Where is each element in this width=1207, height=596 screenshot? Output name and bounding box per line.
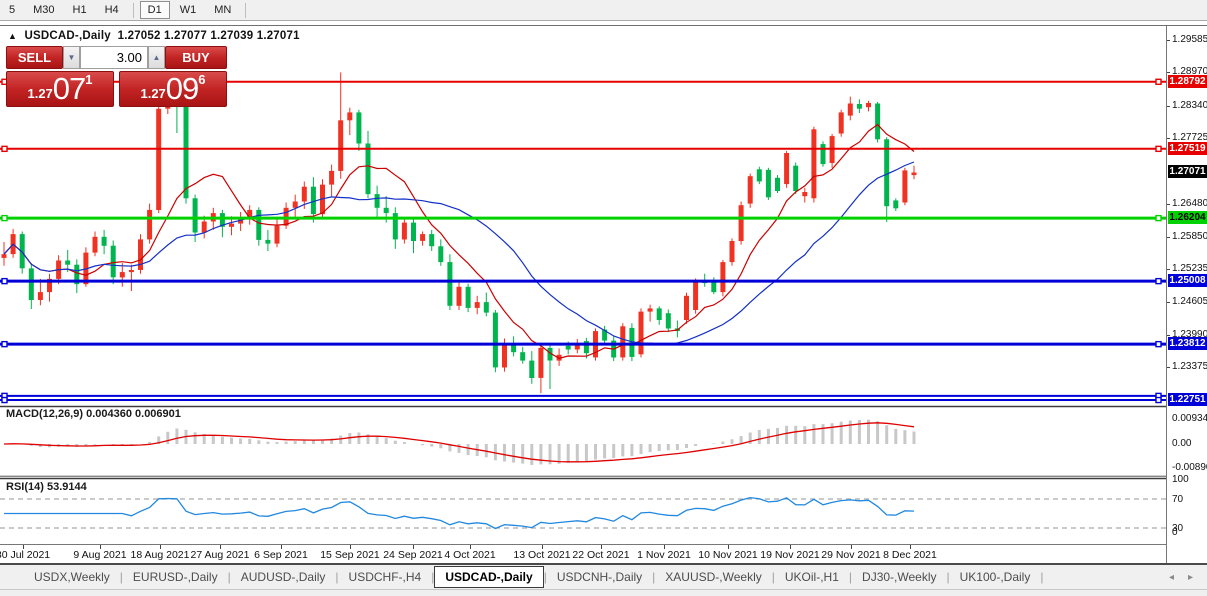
sell-price-big: 07 [52, 71, 86, 106]
price-axis-tick [1167, 237, 1170, 238]
volume-increase-button[interactable]: ▲ [148, 46, 165, 69]
ohlc-values: 1.27052 1.27077 1.27039 1.27071 [117, 30, 300, 42]
date-axis-label: 30 Jul 2021 [0, 549, 51, 561]
bottom-scroll-strip[interactable] [0, 589, 1207, 596]
timeframe-button-h1[interactable]: H1 [65, 1, 95, 19]
price-tag-level[interactable]: 1.26204 [1168, 211, 1207, 224]
tab-scroll-arrows: ◂ ▸ [1169, 572, 1193, 583]
rsi-axis-label: 70 [1172, 494, 1184, 505]
symbol-arrow-icon: ▲ [8, 31, 18, 41]
date-axis-label: 15 Sep 2021 [320, 549, 380, 561]
tabs-scroll-left-icon[interactable]: ◂ [1169, 572, 1174, 583]
timeframe-button-w1[interactable]: W1 [172, 1, 205, 19]
date-axis-label: 1 Nov 2021 [637, 549, 691, 561]
toolbar-separator [245, 2, 247, 18]
timeframe-toolbar: 5 M30 H1 H4 D1 W1 MN [0, 0, 1207, 21]
tab-uk100-daily[interactable]: UK100-,Daily [950, 567, 1041, 587]
timeframe-button-h4[interactable]: H4 [97, 1, 127, 19]
date-axis-label: 8 Dec 2021 [883, 549, 937, 561]
price-axis-tick-label: 1.26480 [1172, 198, 1207, 209]
price-axis-tick [1167, 302, 1170, 303]
rsi-axis-label: 0 [1172, 527, 1178, 538]
tab-ukoil-h1[interactable]: UKOil-,H1 [775, 567, 849, 587]
macd-axis-label: 0.009345 [1172, 413, 1207, 424]
buy-price-prefix: 1.27 [140, 86, 166, 101]
tab-usdx-weekly[interactable]: USDX,Weekly [24, 567, 120, 587]
chevron-up-icon: ▲ [152, 53, 161, 62]
buy-button[interactable]: BUY [165, 46, 227, 69]
buy-price-big: 09 [165, 71, 199, 106]
tab-usdchf-h4[interactable]: USDCHF-,H4 [339, 567, 432, 587]
macd-axis-label: 0.00 [1172, 438, 1192, 449]
volume-decrease-button[interactable]: ▼ [63, 46, 80, 69]
rsi-label: RSI(14) 53.9144 [6, 481, 87, 493]
macd-axis-label: -0.008902 [1172, 462, 1207, 473]
buy-price-button[interactable]: 1.27 09 6 [119, 71, 227, 107]
price-axis-tick-label: 1.29585 [1172, 34, 1207, 45]
sell-button[interactable]: SELL [6, 46, 63, 69]
symbol-label: USDCAD-,Daily [24, 30, 111, 42]
price-axis-tick [1167, 269, 1170, 270]
price-tag-level[interactable]: 1.28792 [1168, 75, 1207, 88]
date-axis-label: 24 Sep 2021 [383, 549, 443, 561]
sell-price-prefix: 1.27 [27, 86, 53, 101]
price-axis-tick [1167, 367, 1170, 368]
date-axis-label: 4 Oct 2021 [444, 549, 496, 561]
timeframe-button-mn[interactable]: MN [206, 1, 239, 19]
price-axis-tick [1167, 106, 1170, 107]
chart-window: ▲ USDCAD-,Daily 1.27052 1.27077 1.27039 … [0, 25, 1207, 564]
price-axis-tick [1167, 40, 1170, 41]
tab-eurusd-daily[interactable]: EURUSD-,Daily [123, 567, 228, 587]
macd-label: MACD(12,26,9) 0.004360 0.006901 [6, 408, 181, 420]
toolbar-separator [132, 2, 134, 18]
date-axis-label: 10 Nov 2021 [698, 549, 758, 561]
price-axis-tick-label: 1.23375 [1172, 361, 1207, 372]
date-axis-label: 6 Sep 2021 [254, 549, 308, 561]
price-axis[interactable]: 1.29585 1.28970 1.28340 1.27725 1.26480 1.258… [1166, 26, 1207, 564]
price-tag-level[interactable]: 1.25008 [1168, 274, 1207, 287]
tab-dj30-weekly[interactable]: DJ30-,Weekly [852, 567, 946, 587]
sell-price-pip: 1 [85, 72, 93, 87]
tabs-scroll-right-icon[interactable]: ▸ [1188, 572, 1193, 583]
price-tag-level[interactable]: 1.22751 [1168, 393, 1207, 406]
ohlc-info-line: ▲ USDCAD-,Daily 1.27052 1.27077 1.27039 … [8, 30, 300, 42]
symbol-tab-bar: USDX,Weekly | EURUSD-,Daily | AUDUSD-,Daily |… [0, 563, 1207, 589]
sell-price-button[interactable]: 1.27 07 1 [6, 71, 114, 107]
date-axis[interactable]: 30 Jul 2021 9 Aug 2021 18 Aug 2021 27 Aug 2… [0, 544, 1166, 564]
date-axis-label: 19 Nov 2021 [760, 549, 820, 561]
one-click-trade-widget: SELL ▼ 3.00 ▲ BUY 1.27 07 1 1.27 09 6 [6, 46, 227, 107]
tab-usdcad-daily[interactable]: USDCAD-,Daily [434, 566, 544, 588]
buy-price-pip: 6 [198, 72, 206, 87]
date-axis-label: 18 Aug 2021 [130, 549, 190, 561]
tab-xauusd-weekly[interactable]: XAUUSD-,Weekly [655, 567, 771, 587]
date-axis-label: 29 Nov 2021 [821, 549, 881, 561]
tab-separator: | [1040, 570, 1044, 584]
price-axis-tick [1167, 204, 1170, 205]
date-axis-label: 27 Aug 2021 [190, 549, 250, 561]
price-tag-level[interactable]: 1.23812 [1168, 337, 1207, 350]
price-axis-tick-label: 1.28340 [1172, 100, 1207, 111]
price-axis-tick [1167, 72, 1170, 73]
timeframe-button-d1[interactable]: D1 [139, 1, 170, 19]
date-axis-label: 22 Oct 2021 [572, 549, 630, 561]
tab-usdcnh-daily[interactable]: USDCNH-,Daily [547, 567, 652, 587]
price-tag-level[interactable]: 1.27519 [1168, 142, 1207, 155]
price-axis-tick-label: 1.25235 [1172, 263, 1207, 274]
date-axis-label: 9 Aug 2021 [73, 549, 127, 561]
date-axis-label: 13 Oct 2021 [513, 549, 571, 561]
chevron-down-icon: ▼ [67, 53, 76, 62]
timeframe-button-5[interactable]: 5 [1, 1, 23, 19]
price-axis-tick-label: 1.25850 [1172, 231, 1207, 242]
price-axis-tick-label: 1.24605 [1172, 296, 1207, 307]
current-price-tag: 1.27071 [1168, 165, 1207, 178]
trading-platform-window: 5 M30 H1 H4 D1 W1 MN ▲ USDCAD-,Daily 1.27052 1… [0, 0, 1207, 596]
tab-audusd-daily[interactable]: AUDUSD-,Daily [231, 567, 336, 587]
timeframe-button-m30[interactable]: M30 [25, 1, 62, 19]
price-axis-tick [1167, 335, 1170, 336]
volume-input[interactable]: 3.00 [80, 46, 148, 69]
price-axis-tick [1167, 138, 1170, 139]
rsi-axis-label: 100 [1172, 474, 1189, 485]
